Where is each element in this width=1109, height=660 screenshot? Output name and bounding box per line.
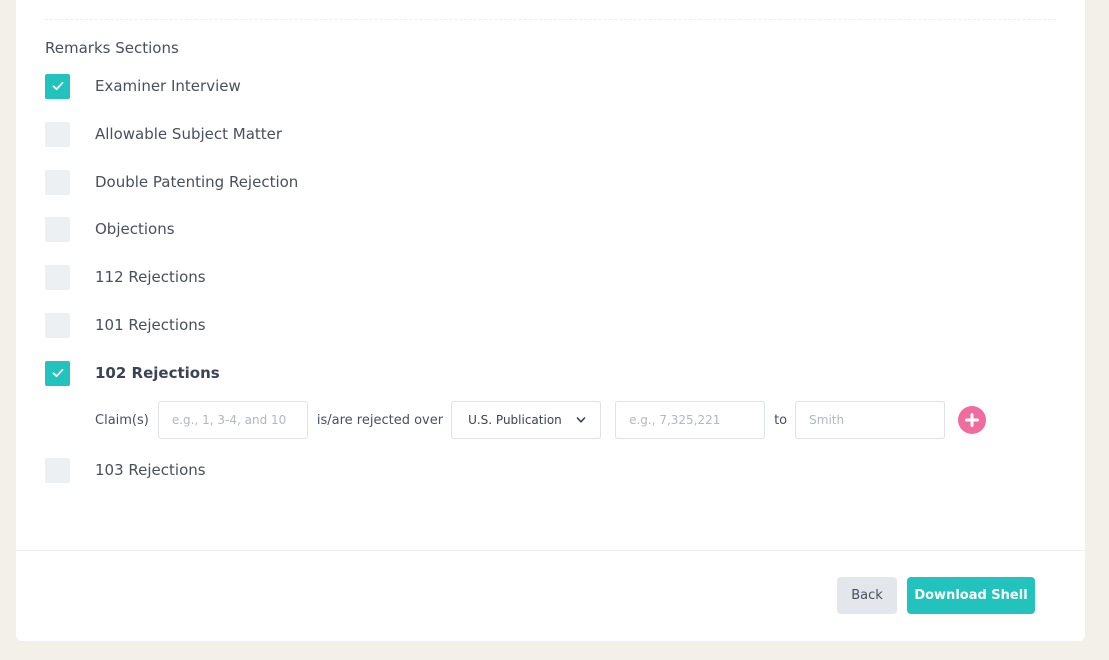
checkbox-112-rejections[interactable] — [45, 264, 70, 290]
option-label: 103 Rejections — [95, 461, 206, 479]
checkbox-objections[interactable] — [45, 216, 70, 242]
option-examiner-interview: Examiner Interview — [45, 73, 241, 99]
option-allowable-subject-matter: Allowable Subject Matter — [45, 121, 282, 147]
checkbox-101-rejections[interactable] — [45, 312, 70, 338]
checkbox-103-rejections[interactable] — [45, 457, 70, 483]
option-label: Double Patenting Rejection — [95, 173, 299, 191]
option-102-rejections: 102 Rejections — [45, 360, 220, 386]
checkbox-double-patenting-rejection[interactable] — [45, 169, 70, 195]
footer-divider — [16, 550, 1085, 551]
option-101-rejections: 101 Rejections — [45, 312, 206, 338]
option-112-rejections: 112 Rejections — [45, 264, 206, 290]
check-icon — [52, 81, 63, 91]
option-label: Examiner Interview — [95, 77, 241, 95]
download-shell-button[interactable]: Download Shell — [907, 577, 1035, 614]
check-icon — [52, 368, 63, 378]
reference-number-input[interactable] — [615, 401, 766, 439]
checkbox-examiner-interview[interactable] — [45, 73, 70, 99]
option-label: 112 Rejections — [95, 268, 206, 286]
to-label: to — [774, 412, 788, 428]
option-objections: Objections — [45, 216, 175, 242]
option-double-patenting-rejection: Double Patenting Rejection — [45, 169, 298, 195]
option-label: Objections — [95, 220, 175, 238]
chevron-down-icon — [576, 417, 586, 423]
rejection-102-row: Claim(s) is/are rejected over U.S. Publi… — [95, 401, 987, 439]
add-reference-button[interactable] — [958, 406, 987, 434]
remarks-card: Remarks Sections Examiner Interview Allo… — [16, 0, 1085, 641]
checkbox-allowable-subject-matter[interactable] — [45, 121, 70, 147]
checkbox-102-rejections[interactable] — [45, 360, 70, 386]
rejected-over-label: is/are rejected over — [316, 412, 444, 428]
claims-label: Claim(s) — [95, 412, 149, 428]
top-divider — [45, 19, 1056, 20]
option-label: 102 Rejections — [95, 364, 220, 382]
back-button[interactable]: Back — [837, 577, 897, 614]
option-label: Allowable Subject Matter — [95, 125, 283, 143]
publication-type-value: U.S. Publication — [468, 413, 562, 427]
option-103-rejections: 103 Rejections — [45, 457, 206, 483]
option-label: 101 Rejections — [95, 316, 206, 334]
publication-type-select[interactable]: U.S. Publication — [451, 401, 602, 439]
section-title: Remarks Sections — [45, 39, 179, 57]
plus-icon — [965, 413, 980, 427]
claims-input[interactable] — [157, 401, 308, 439]
reference-name-input[interactable] — [795, 401, 946, 439]
